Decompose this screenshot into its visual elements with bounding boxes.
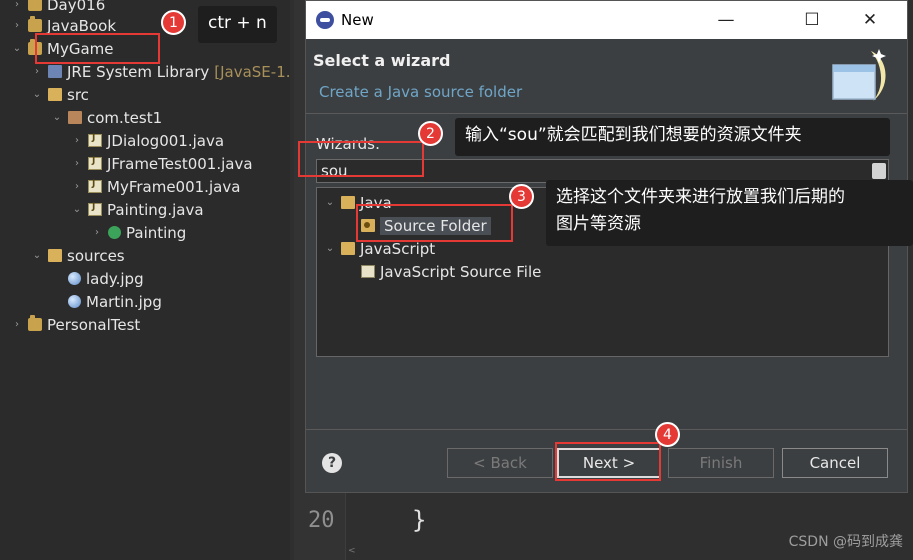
help-icon[interactable]: ? — [322, 453, 342, 473]
highlight-source-folder — [356, 204, 513, 242]
collapse-arrow-icon[interactable]: ⌄ — [30, 89, 44, 100]
callout-line-1: 选择这个文件夹来进行放置我们后期的 — [556, 187, 845, 207]
folder-icon — [48, 88, 62, 101]
step-badge-2: 2 — [418, 121, 443, 146]
image-icon — [68, 295, 81, 308]
highlight-next-button — [555, 442, 661, 481]
source-folder-callout: 选择这个文件夹来进行放置我们后期的 图片等资源 — [546, 180, 913, 246]
collapse-arrow-icon[interactable]: ⌄ — [30, 250, 44, 261]
project-icon — [28, 0, 42, 11]
tree-item-package[interactable]: ⌄ com.test1 — [50, 106, 162, 129]
javascript-file-icon — [361, 265, 375, 278]
wizard-title: Select a wizard — [313, 51, 451, 70]
class-icon — [108, 226, 121, 239]
cancel-button[interactable]: Cancel — [782, 448, 888, 478]
expand-arrow-icon[interactable]: › — [30, 66, 44, 77]
collapse-arrow-icon[interactable]: ⌄ — [323, 243, 337, 254]
project-icon — [28, 16, 42, 32]
java-file-icon — [88, 133, 102, 147]
library-icon — [48, 65, 62, 78]
highlight-filter — [298, 141, 424, 177]
dialog-titlebar[interactable]: New — ☐ ✕ — [306, 1, 907, 39]
callout-line-2: 图片等资源 — [556, 214, 641, 234]
highlight-mygame — [35, 33, 160, 64]
expand-arrow-icon[interactable]: › — [10, 0, 24, 10]
package-icon — [68, 111, 82, 124]
shortcut-callout: ctr + n — [198, 6, 277, 43]
tree-item-sources[interactable]: ⌄ sources — [30, 244, 125, 267]
collapse-arrow-icon[interactable]: ⌄ — [50, 112, 64, 123]
folder-icon — [341, 196, 355, 209]
line-number: 20 — [308, 508, 335, 533]
folder-icon — [48, 249, 62, 262]
project-explorer: › Day016 › JavaBook ⌄ MyGame › JRE Syste… — [0, 0, 290, 560]
code-line: } — [412, 506, 427, 534]
maximize-button[interactable]: ☐ — [786, 1, 838, 39]
expand-arrow-icon[interactable]: › — [90, 227, 104, 238]
expand-arrow-icon[interactable]: › — [10, 20, 24, 31]
tree-item-martin-jpg[interactable]: Martin.jpg — [68, 290, 162, 313]
tree-item-lady-jpg[interactable]: lady.jpg — [68, 267, 144, 290]
project-icon — [28, 315, 42, 331]
jre-version-label: [JavaSE-1.8 — [214, 62, 290, 81]
java-file-icon — [88, 179, 102, 193]
step-badge-1: 1 — [161, 10, 186, 35]
back-button[interactable]: < Back — [447, 448, 553, 478]
collapse-arrow-icon[interactable]: ⌄ — [70, 204, 84, 215]
step-badge-4: 4 — [655, 422, 680, 447]
tree-item-painting-java[interactable]: ⌄ Painting.java — [70, 198, 204, 221]
tree-item-jframetest[interactable]: › JFrameTest001.java — [70, 152, 253, 175]
wizard-description: Create a Java source folder — [319, 83, 523, 101]
folder-icon — [341, 242, 355, 255]
collapse-arrow-icon[interactable]: ⌄ — [10, 43, 24, 54]
watermark: CSDN @码到成龚 — [788, 534, 903, 550]
close-button[interactable]: ✕ — [844, 1, 896, 39]
finish-button[interactable]: Finish — [668, 448, 774, 478]
expand-arrow-icon[interactable]: › — [70, 181, 84, 192]
expand-arrow-icon[interactable]: › — [70, 135, 84, 146]
new-wizard-dialog: New — ☐ ✕ Select a wizard Create a Java … — [305, 0, 908, 493]
filter-callout: 输入“sou”就会匹配到我们想要的资源文件夹 — [455, 118, 890, 156]
collapse-arrow-icon[interactable]: ⌄ — [323, 197, 337, 208]
minimize-button[interactable]: — — [700, 1, 752, 39]
tree-item-personaltest[interactable]: › PersonalTest — [10, 313, 140, 336]
tree-item-src[interactable]: ⌄ src — [30, 83, 89, 106]
button-bar-separator — [306, 429, 907, 430]
tree-item-jdialog[interactable]: › JDialog001.java — [70, 129, 224, 152]
image-icon — [68, 272, 81, 285]
new-wizard-banner-icon — [832, 49, 886, 101]
dialog-title: New — [341, 11, 374, 29]
wizard-banner: Select a wizard Create a Java source fol… — [306, 39, 907, 113]
expand-arrow-icon[interactable]: › — [10, 319, 24, 330]
expand-arrow-icon[interactable]: › — [70, 158, 84, 169]
step-badge-3: 3 — [509, 184, 534, 209]
wizard-item-javascript-source-file[interactable]: JavaScript Source File — [361, 260, 541, 283]
clear-filter-icon[interactable] — [872, 163, 886, 179]
java-file-icon — [88, 202, 102, 216]
java-file-icon — [88, 156, 102, 170]
tree-item-myframe[interactable]: › MyFrame001.java — [70, 175, 240, 198]
tree-item-painting-class[interactable]: › Painting — [90, 221, 186, 244]
banner-separator — [306, 113, 907, 114]
eclipse-icon — [316, 11, 334, 29]
